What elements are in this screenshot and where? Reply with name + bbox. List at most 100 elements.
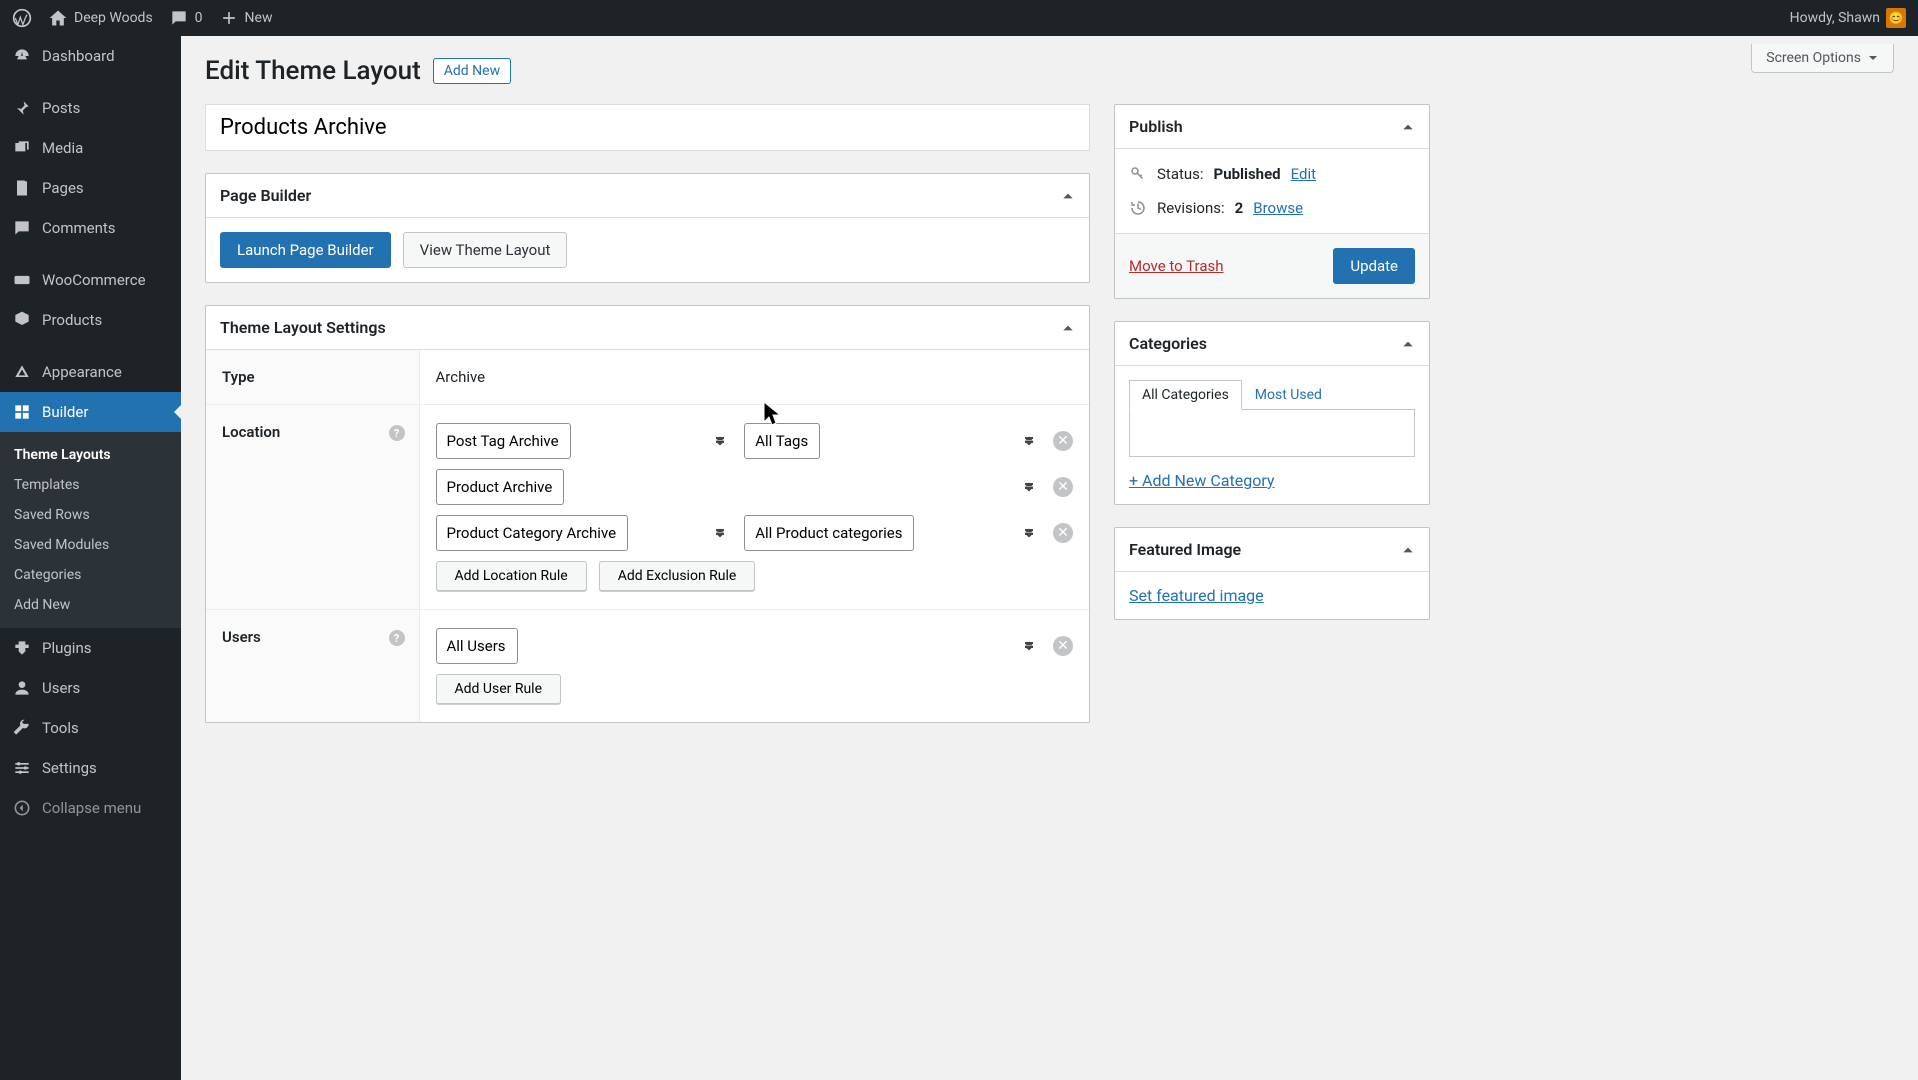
admin-bar: Deep Woods 0 New Howdy, Shawn 😊 xyxy=(0,0,1918,36)
settings-title: Theme Layout Settings xyxy=(220,318,386,337)
user-menu[interactable]: Howdy, Shawn 😊 xyxy=(1790,8,1906,28)
products-icon xyxy=(12,310,32,330)
location-rule-2: Product Archive ✕ xyxy=(436,469,1074,505)
plus-icon xyxy=(219,8,239,28)
appearance-icon xyxy=(12,362,32,382)
add-exclusion-rule-button[interactable]: Add Exclusion Rule xyxy=(599,561,756,591)
sidebar-collapse[interactable]: Collapse menu xyxy=(0,788,181,828)
add-new-category-link[interactable]: + Add New Category xyxy=(1129,471,1274,490)
update-button[interactable]: Update xyxy=(1333,248,1415,284)
sidebar-item-tools[interactable]: Tools xyxy=(0,708,181,748)
pin-icon xyxy=(12,98,32,118)
tab-all-categories[interactable]: All Categories xyxy=(1129,380,1242,410)
collapse-icon xyxy=(12,798,32,818)
featured-image-title: Featured Image xyxy=(1129,540,1241,559)
set-featured-image-link[interactable]: Set featured image xyxy=(1129,586,1264,605)
tools-icon xyxy=(12,718,32,738)
media-icon xyxy=(12,138,32,158)
settings-icon xyxy=(12,758,32,778)
chevron-down-icon xyxy=(1867,52,1879,64)
add-user-rule-button[interactable]: Add User Rule xyxy=(436,674,562,704)
tab-most-used[interactable]: Most Used xyxy=(1242,380,1335,410)
submenu-add-new[interactable]: Add New xyxy=(0,590,181,620)
sidebar-item-settings[interactable]: Settings xyxy=(0,748,181,788)
launch-page-builder-button[interactable]: Launch Page Builder xyxy=(220,232,391,268)
dashboard-icon xyxy=(12,46,32,66)
help-icon[interactable]: ? xyxy=(389,425,405,441)
key-icon xyxy=(1129,165,1147,183)
toggle-up-icon[interactable] xyxy=(1401,337,1415,351)
howdy-text: Howdy, Shawn xyxy=(1790,10,1880,26)
publish-postbox: Publish Status: Published Edit Revisions… xyxy=(1114,104,1430,299)
screen-options-wrap: Screen Options xyxy=(1751,44,1894,73)
sidebar-item-media[interactable]: Media xyxy=(0,128,181,168)
sidebar-item-builder[interactable]: Builder xyxy=(0,392,181,432)
wp-logo[interactable] xyxy=(12,8,32,28)
admin-sidebar: Dashboard Posts Media Pages Comments Woo… xyxy=(0,36,181,1080)
remove-rule-icon[interactable]: ✕ xyxy=(1053,477,1073,497)
sidebar-item-dashboard[interactable]: Dashboard xyxy=(0,36,181,76)
site-home-link[interactable]: Deep Woods xyxy=(48,8,153,28)
view-theme-layout-button[interactable]: View Theme Layout xyxy=(403,232,568,268)
location-label: Location ? xyxy=(206,405,419,610)
location-select-1b[interactable]: All Tags xyxy=(744,423,820,459)
remove-rule-icon[interactable]: ✕ xyxy=(1053,523,1073,543)
type-label: Type xyxy=(206,350,419,405)
avatar: 😊 xyxy=(1886,8,1906,28)
sidebar-item-pages[interactable]: Pages xyxy=(0,168,181,208)
location-select-1a[interactable]: Post Tag Archive xyxy=(436,423,571,459)
page-builder-title: Page Builder xyxy=(220,186,311,205)
revisions-count: 2 xyxy=(1235,199,1244,217)
location-select-3b[interactable]: All Product categories xyxy=(744,515,914,551)
comment-count: 0 xyxy=(195,10,203,26)
browse-revisions-link[interactable]: Browse xyxy=(1253,199,1303,217)
publish-title: Publish xyxy=(1129,117,1183,136)
add-location-rule-button[interactable]: Add Location Rule xyxy=(436,561,587,591)
sidebar-item-plugins[interactable]: Plugins xyxy=(0,628,181,668)
toggle-up-icon[interactable] xyxy=(1061,321,1075,335)
comments-link[interactable]: 0 xyxy=(169,8,203,28)
page-builder-postbox: Page Builder Launch Page Builder View Th… xyxy=(205,173,1090,283)
submenu-templates[interactable]: Templates xyxy=(0,470,181,500)
toggle-up-icon[interactable] xyxy=(1401,543,1415,557)
sidebar-item-products[interactable]: Products xyxy=(0,300,181,340)
help-icon[interactable]: ? xyxy=(389,630,405,646)
sidebar-item-posts[interactable]: Posts xyxy=(0,88,181,128)
revisions-label: Revisions: xyxy=(1157,199,1225,217)
location-select-2[interactable]: Product Archive xyxy=(436,469,564,505)
submenu-categories[interactable]: Categories xyxy=(0,560,181,590)
featured-image-postbox: Featured Image Set featured image xyxy=(1114,527,1430,620)
location-rule-1: Post Tag Archive All Tags ✕ xyxy=(436,423,1074,459)
remove-rule-icon[interactable]: ✕ xyxy=(1053,636,1073,656)
builder-icon xyxy=(12,402,32,422)
add-new-button[interactable]: Add New xyxy=(433,58,511,84)
remove-rule-icon[interactable]: ✕ xyxy=(1053,431,1073,451)
categories-title: Categories xyxy=(1129,334,1207,353)
submenu-saved-rows[interactable]: Saved Rows xyxy=(0,500,181,530)
users-icon xyxy=(12,678,32,698)
screen-options-button[interactable]: Screen Options xyxy=(1751,44,1894,73)
toggle-up-icon[interactable] xyxy=(1401,120,1415,134)
theme-layout-settings-postbox: Theme Layout Settings Type Archive Locat… xyxy=(205,305,1090,723)
categories-postbox: Categories All Categories Most Used + Ad… xyxy=(1114,321,1430,505)
location-select-3a[interactable]: Product Category Archive xyxy=(436,515,628,551)
move-to-trash-link[interactable]: Move to Trash xyxy=(1129,257,1223,275)
pages-icon xyxy=(12,178,32,198)
sidebar-item-comments[interactable]: Comments xyxy=(0,208,181,248)
wordpress-icon xyxy=(12,8,32,28)
post-title-input[interactable] xyxy=(205,104,1090,151)
sidebar-item-woocommerce[interactable]: WooCommerce xyxy=(0,260,181,300)
submenu-saved-modules[interactable]: Saved Modules xyxy=(0,530,181,560)
new-content-link[interactable]: New xyxy=(219,8,273,28)
sidebar-item-users[interactable]: Users xyxy=(0,668,181,708)
toggle-up-icon[interactable] xyxy=(1061,189,1075,203)
submenu-theme-layouts[interactable]: Theme Layouts xyxy=(0,440,181,470)
builder-submenu: Theme Layouts Templates Saved Rows Saved… xyxy=(0,432,181,628)
revisions-icon xyxy=(1129,199,1147,217)
edit-status-link[interactable]: Edit xyxy=(1291,165,1316,183)
sidebar-item-appearance[interactable]: Appearance xyxy=(0,352,181,392)
plugins-icon xyxy=(12,638,32,658)
comments-icon xyxy=(12,218,32,238)
user-select[interactable]: All Users xyxy=(436,628,518,664)
comment-icon xyxy=(169,8,189,28)
